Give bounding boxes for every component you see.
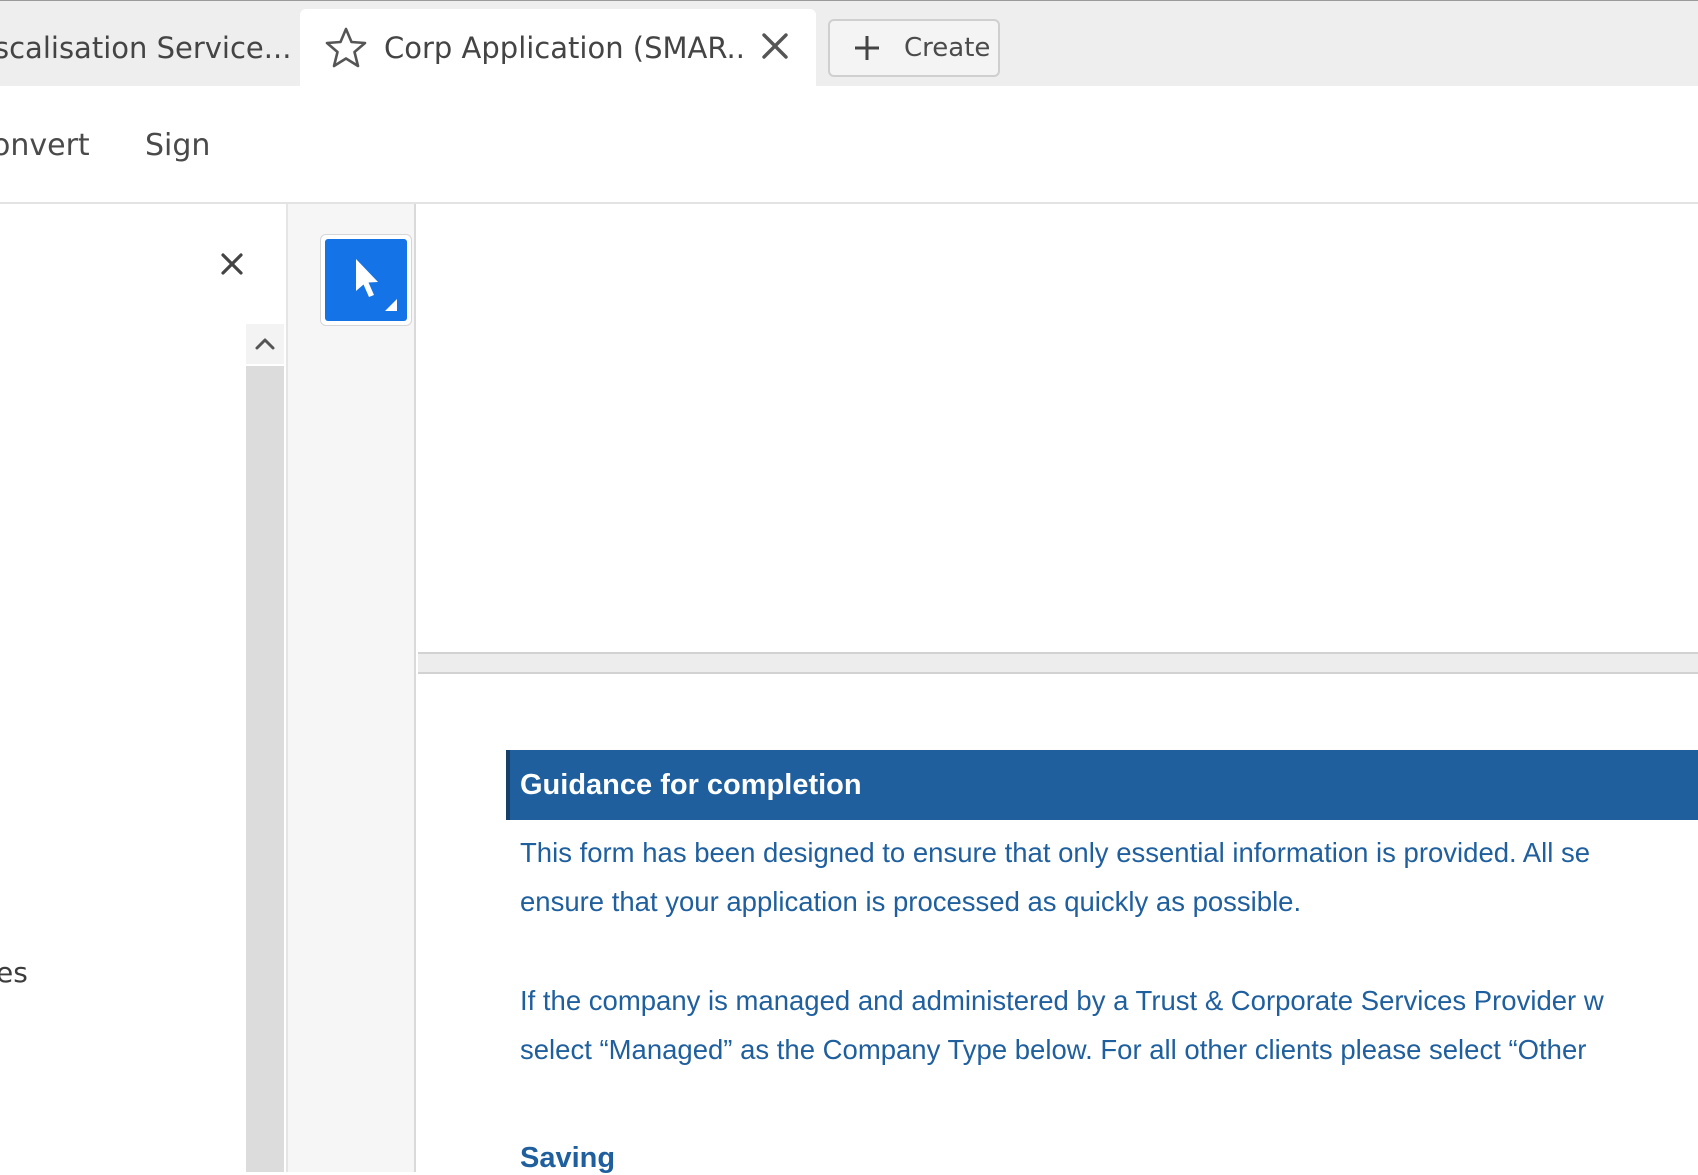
paragraph-intro: This form has been designed to ensure th… bbox=[520, 828, 1698, 926]
tab-fiscalisation-service[interactable]: scalisation Service... bbox=[0, 9, 300, 87]
toolbar-sign[interactable]: Sign bbox=[145, 128, 210, 163]
toolbar-convert[interactable]: onvert bbox=[0, 128, 90, 163]
tab-label: scalisation Service... bbox=[0, 31, 292, 65]
tab-corp-application[interactable]: Corp Application (SMAR... bbox=[300, 9, 816, 87]
tab-bar: scalisation Service... Corp Application … bbox=[0, 0, 1698, 87]
paragraph-company-type: If the company is managed and administer… bbox=[520, 976, 1698, 1074]
guidance-title: Guidance for completion bbox=[520, 768, 862, 801]
document-page-top bbox=[418, 204, 1698, 654]
close-icon[interactable] bbox=[218, 250, 246, 278]
plus-icon bbox=[855, 36, 879, 60]
document-viewer[interactable]: Guidance for completion This form has be… bbox=[418, 204, 1698, 1174]
close-icon[interactable] bbox=[758, 29, 792, 63]
guidance-header: Guidance for completion bbox=[506, 750, 1698, 820]
saving-heading: Saving bbox=[520, 1142, 616, 1174]
chevron-up-icon bbox=[255, 338, 275, 350]
tool-rail bbox=[288, 204, 416, 1172]
paragraph-line: select “Managed” as the Company Type bel… bbox=[520, 1034, 1587, 1065]
toolbar: onvert Sign bbox=[0, 86, 1698, 204]
paragraph-line: This form has been designed to ensure th… bbox=[520, 837, 1591, 868]
star-icon[interactable] bbox=[324, 26, 368, 70]
scroll-up-button[interactable] bbox=[246, 324, 284, 364]
document-page: Guidance for completion This form has be… bbox=[418, 672, 1698, 1174]
paragraph-line: If the company is managed and administer… bbox=[520, 985, 1604, 1016]
select-tool-button[interactable] bbox=[325, 239, 407, 321]
panel-scrollbar[interactable] bbox=[246, 366, 284, 1172]
paragraph-line: ensure that your application is processe… bbox=[520, 886, 1302, 917]
create-button-label: Create bbox=[904, 33, 991, 63]
create-button[interactable]: Create bbox=[828, 19, 1000, 77]
panel-list-item[interactable]: es bbox=[0, 956, 28, 989]
select-tool-frame bbox=[320, 234, 412, 326]
left-panel: es bbox=[0, 204, 288, 1172]
cursor-arrow-icon bbox=[356, 259, 397, 311]
tab-label: Corp Application (SMAR... bbox=[384, 31, 744, 65]
